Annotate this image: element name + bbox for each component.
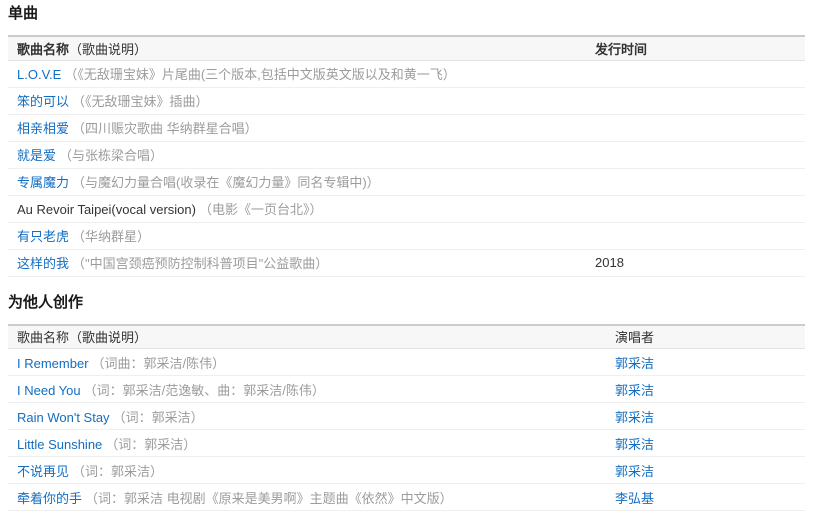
- release-date-cell: [586, 60, 805, 87]
- performer-link[interactable]: 郭采洁: [615, 356, 654, 371]
- song-link[interactable]: 相亲相爱: [17, 121, 69, 136]
- performer-link[interactable]: 郭采洁: [615, 383, 654, 398]
- performer-link[interactable]: 郭采洁: [615, 437, 654, 452]
- table-row: 这样的我（"中国宫颈癌预防控制科普项目"公益歌曲） 2018: [8, 249, 805, 276]
- song-cell: 就是爱（与张栋梁合唱）: [8, 141, 586, 168]
- table-row: Rain Won't Stay（词：郭采洁） 郭采洁: [8, 403, 805, 430]
- release-date-cell: [586, 87, 805, 114]
- song-cell: 有只老虎（华纳群星）: [8, 222, 586, 249]
- song-desc-column-label: （歌曲说明）: [69, 330, 147, 345]
- song-description: （四川赈灾歌曲 华纳群星合唱）: [72, 121, 258, 136]
- song-link[interactable]: Little Sunshine: [17, 437, 102, 452]
- performer-cell: 郭采洁: [606, 349, 805, 376]
- song-name-column-label: 歌曲名称: [17, 330, 69, 345]
- performer-cell: 郭采洁: [606, 457, 805, 484]
- song-title-text: Au Revoir Taipei(vocal version): [17, 202, 196, 217]
- song-cell: Rain Won't Stay（词：郭采洁）: [8, 403, 606, 430]
- release-date-text: 2018: [595, 255, 624, 270]
- song-description: （词：郭采洁）: [72, 464, 163, 479]
- song-cell: L.O.V.E（《无敌珊宝妹》片尾曲(三个版本,包括中文版英文版以及和黄一飞）: [8, 60, 586, 87]
- song-link[interactable]: 笨的可以: [17, 94, 69, 109]
- singles-table-rows: L.O.V.E（《无敌珊宝妹》片尾曲(三个版本,包括中文版英文版以及和黄一飞）笨…: [8, 60, 805, 276]
- section-heading-singles: 单曲: [8, 5, 830, 22]
- table-row: 就是爱（与张栋梁合唱）: [8, 141, 805, 168]
- table-row: 不说再见（词：郭采洁） 郭采洁: [8, 457, 805, 484]
- performer-link[interactable]: 李弘基: [615, 491, 654, 506]
- performer-link[interactable]: 郭采洁: [615, 410, 654, 425]
- for-others-table: 歌曲名称（歌曲说明） 演唱者 I Remember（词曲：郭采洁/陈伟）郭采洁I…: [8, 324, 805, 512]
- table-row: Little Sunshine（词：郭采洁） 郭采洁: [8, 430, 805, 457]
- song-cell: 牵着你的手（词：郭采洁 电视剧《原来是美男啊》主题曲《依然》中文版）: [8, 484, 606, 511]
- section-heading-for-others: 为他人创作: [8, 294, 830, 311]
- column-header-song-name: 歌曲名称（歌曲说明）: [8, 325, 606, 349]
- release-date-cell: [586, 222, 805, 249]
- song-link[interactable]: I Need You: [17, 383, 81, 398]
- section-for-others: 为他人创作 歌曲名称（歌曲说明） 演唱者 I Remember（词曲：郭采洁/陈…: [8, 294, 830, 512]
- article-body: 单曲 歌曲名称（歌曲说明） 发行时间 L.O.V.E（《无敌珊宝妹》片尾曲(三个…: [0, 0, 830, 529]
- release-date-cell: 2018: [586, 249, 805, 276]
- column-header-release-date: 发行时间: [586, 36, 805, 60]
- song-description: （"中国宫颈癌预防控制科普项目"公益歌曲）: [72, 256, 328, 271]
- release-date-column-label: 发行时间: [595, 42, 647, 57]
- song-link[interactable]: 专属魔力: [17, 175, 69, 190]
- song-link[interactable]: 就是爱: [17, 148, 56, 163]
- table-header-row: 歌曲名称（歌曲说明） 演唱者: [8, 325, 805, 349]
- song-description: （华纳群星）: [72, 229, 150, 244]
- song-desc-column-label: （歌曲说明）: [69, 42, 147, 57]
- table-row: 笨的可以（《无敌珊宝妹》插曲）: [8, 87, 805, 114]
- performer-cell: 李弘基: [606, 484, 805, 511]
- song-name-column-label: 歌曲名称: [17, 42, 69, 57]
- song-description: （词：郭采洁 电视剧《原来是美男啊》主题曲《依然》中文版）: [85, 491, 453, 506]
- song-description: （与魔幻力量合唱(收录在《魔幻力量》同名专辑中)）: [72, 175, 380, 190]
- release-date-cell: [586, 195, 805, 222]
- song-cell: 笨的可以（《无敌珊宝妹》插曲）: [8, 87, 586, 114]
- performer-cell: 郭采洁: [606, 430, 805, 457]
- column-header-song-name: 歌曲名称（歌曲说明）: [8, 36, 586, 60]
- table-row: 有只老虎（华纳群星）: [8, 222, 805, 249]
- song-cell: 这样的我（"中国宫颈癌预防控制科普项目"公益歌曲）: [8, 249, 586, 276]
- song-link[interactable]: L.O.V.E: [17, 67, 61, 82]
- song-cell: Little Sunshine（词：郭采洁）: [8, 430, 606, 457]
- song-description: （词：郭采洁/范逸敏、曲：郭采洁/陈伟）: [84, 383, 325, 398]
- song-cell: I Need You（词：郭采洁/范逸敏、曲：郭采洁/陈伟）: [8, 376, 606, 403]
- release-date-cell: [586, 114, 805, 141]
- song-cell: Au Revoir Taipei(vocal version)（电影《一页台北》…: [8, 195, 586, 222]
- performer-cell: 郭采洁: [606, 376, 805, 403]
- song-description: （与张栋梁合唱）: [59, 148, 163, 163]
- song-link[interactable]: 这样的我: [17, 256, 69, 271]
- performer-cell: 郭采洁: [606, 403, 805, 430]
- song-description: （电影《一页台北》）: [199, 202, 323, 217]
- performer-link[interactable]: 郭采洁: [615, 464, 654, 479]
- song-description: （《无敌珊宝妹》插曲）: [72, 94, 209, 109]
- table-row: L.O.V.E（《无敌珊宝妹》片尾曲(三个版本,包括中文版英文版以及和黄一飞）: [8, 60, 805, 87]
- release-date-cell: [586, 141, 805, 168]
- column-header-performer: 演唱者: [606, 325, 805, 349]
- song-link[interactable]: 牵着你的手: [17, 491, 82, 506]
- song-description: （词：郭采洁）: [113, 410, 204, 425]
- song-cell: 不说再见（词：郭采洁）: [8, 457, 606, 484]
- singles-table: 歌曲名称（歌曲说明） 发行时间 L.O.V.E（《无敌珊宝妹》片尾曲(三个版本,…: [8, 35, 805, 277]
- table-row: 牵着你的手（词：郭采洁 电视剧《原来是美男啊》主题曲《依然》中文版） 李弘基: [8, 484, 805, 511]
- song-cell: 相亲相爱（四川赈灾歌曲 华纳群星合唱）: [8, 114, 586, 141]
- table-row: 相亲相爱（四川赈灾歌曲 华纳群星合唱）: [8, 114, 805, 141]
- song-description: （词：郭采洁）: [105, 437, 196, 452]
- song-link[interactable]: Rain Won't Stay: [17, 410, 110, 425]
- release-date-cell: [586, 168, 805, 195]
- song-link[interactable]: I Remember: [17, 356, 89, 371]
- table-row: Au Revoir Taipei(vocal version)（电影《一页台北》…: [8, 195, 805, 222]
- song-cell: 专属魔力（与魔幻力量合唱(收录在《魔幻力量》同名专辑中)）: [8, 168, 586, 195]
- song-link[interactable]: 有只老虎: [17, 229, 69, 244]
- table-row: I Remember（词曲：郭采洁/陈伟） 郭采洁: [8, 349, 805, 376]
- song-description: （《无敌珊宝妹》片尾曲(三个版本,包括中文版英文版以及和黄一飞）: [64, 67, 455, 82]
- performer-column-label: 演唱者: [615, 330, 654, 345]
- section-singles: 单曲 歌曲名称（歌曲说明） 发行时间 L.O.V.E（《无敌珊宝妹》片尾曲(三个…: [8, 5, 830, 277]
- song-link[interactable]: 不说再见: [17, 464, 69, 479]
- for-others-table-rows: I Remember（词曲：郭采洁/陈伟）郭采洁I Need You（词：郭采洁…: [8, 349, 805, 511]
- table-row: I Need You（词：郭采洁/范逸敏、曲：郭采洁/陈伟） 郭采洁: [8, 376, 805, 403]
- table-row: 专属魔力（与魔幻力量合唱(收录在《魔幻力量》同名专辑中)）: [8, 168, 805, 195]
- song-description: （词曲：郭采洁/陈伟）: [92, 356, 226, 371]
- table-header-row: 歌曲名称（歌曲说明） 发行时间: [8, 36, 805, 60]
- song-cell: I Remember（词曲：郭采洁/陈伟）: [8, 349, 606, 376]
